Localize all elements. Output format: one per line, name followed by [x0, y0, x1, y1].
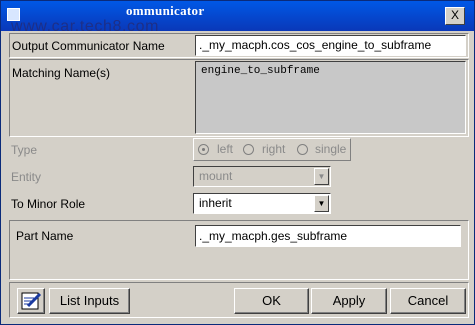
matching-names-label: Matching Name(s): [12, 66, 111, 80]
entity-value: mount: [199, 169, 233, 183]
pen-icon: [21, 292, 42, 310]
close-button[interactable]: X: [445, 7, 465, 25]
matching-names-list[interactable]: engine_to_subframe: [195, 61, 466, 134]
chevron-down-icon: ▼: [314, 168, 329, 185]
type-left-label: left: [217, 142, 234, 156]
chevron-down-icon: ▼: [314, 195, 329, 212]
type-single-label: single: [315, 142, 347, 156]
pen-icon-button[interactable]: [17, 288, 45, 314]
entity-label: Entity: [11, 170, 42, 184]
part-name-input[interactable]: ._my_macph.ges_subframe: [195, 225, 461, 247]
ok-button[interactable]: OK: [234, 288, 309, 314]
type-right-radio[interactable]: [243, 144, 254, 155]
watermark-text: www.car.tech8.com: [11, 18, 160, 35]
matching-names-row: Matching Name(s) engine_to_subframe: [9, 59, 469, 137]
part-name-group: Part Name ._my_macph.ges_subframe: [9, 220, 469, 280]
window-title: ommunicator: [126, 3, 205, 18]
output-communicator-label: Output Communicator Name: [12, 39, 165, 53]
list-inputs-button[interactable]: List Inputs: [49, 288, 130, 314]
part-name-label: Part Name: [16, 229, 74, 243]
to-minor-role-select[interactable]: inherit ▼: [193, 193, 331, 214]
to-minor-role-label: To Minor Role: [11, 197, 86, 211]
type-single-radio[interactable]: [297, 144, 308, 155]
to-minor-role-value: inherit: [199, 196, 232, 210]
apply-button[interactable]: Apply: [311, 288, 387, 314]
cancel-button[interactable]: Cancel: [390, 288, 466, 314]
type-label: Type: [11, 143, 38, 157]
output-communicator-input[interactable]: ._my_macph.cos_cos_engine_to_subframe: [195, 35, 466, 56]
communicator-dialog: ommunicator X Output Communicator Name .…: [0, 0, 475, 325]
bottom-button-bar: List Inputs OK Apply Cancel: [9, 282, 469, 318]
type-left-radio[interactable]: [198, 144, 209, 155]
output-communicator-row: Output Communicator Name ._my_macph.cos_…: [9, 33, 469, 58]
entity-select[interactable]: mount ▼: [193, 166, 331, 187]
type-right-label: right: [262, 142, 286, 156]
type-radio-group: left right single: [193, 138, 351, 161]
